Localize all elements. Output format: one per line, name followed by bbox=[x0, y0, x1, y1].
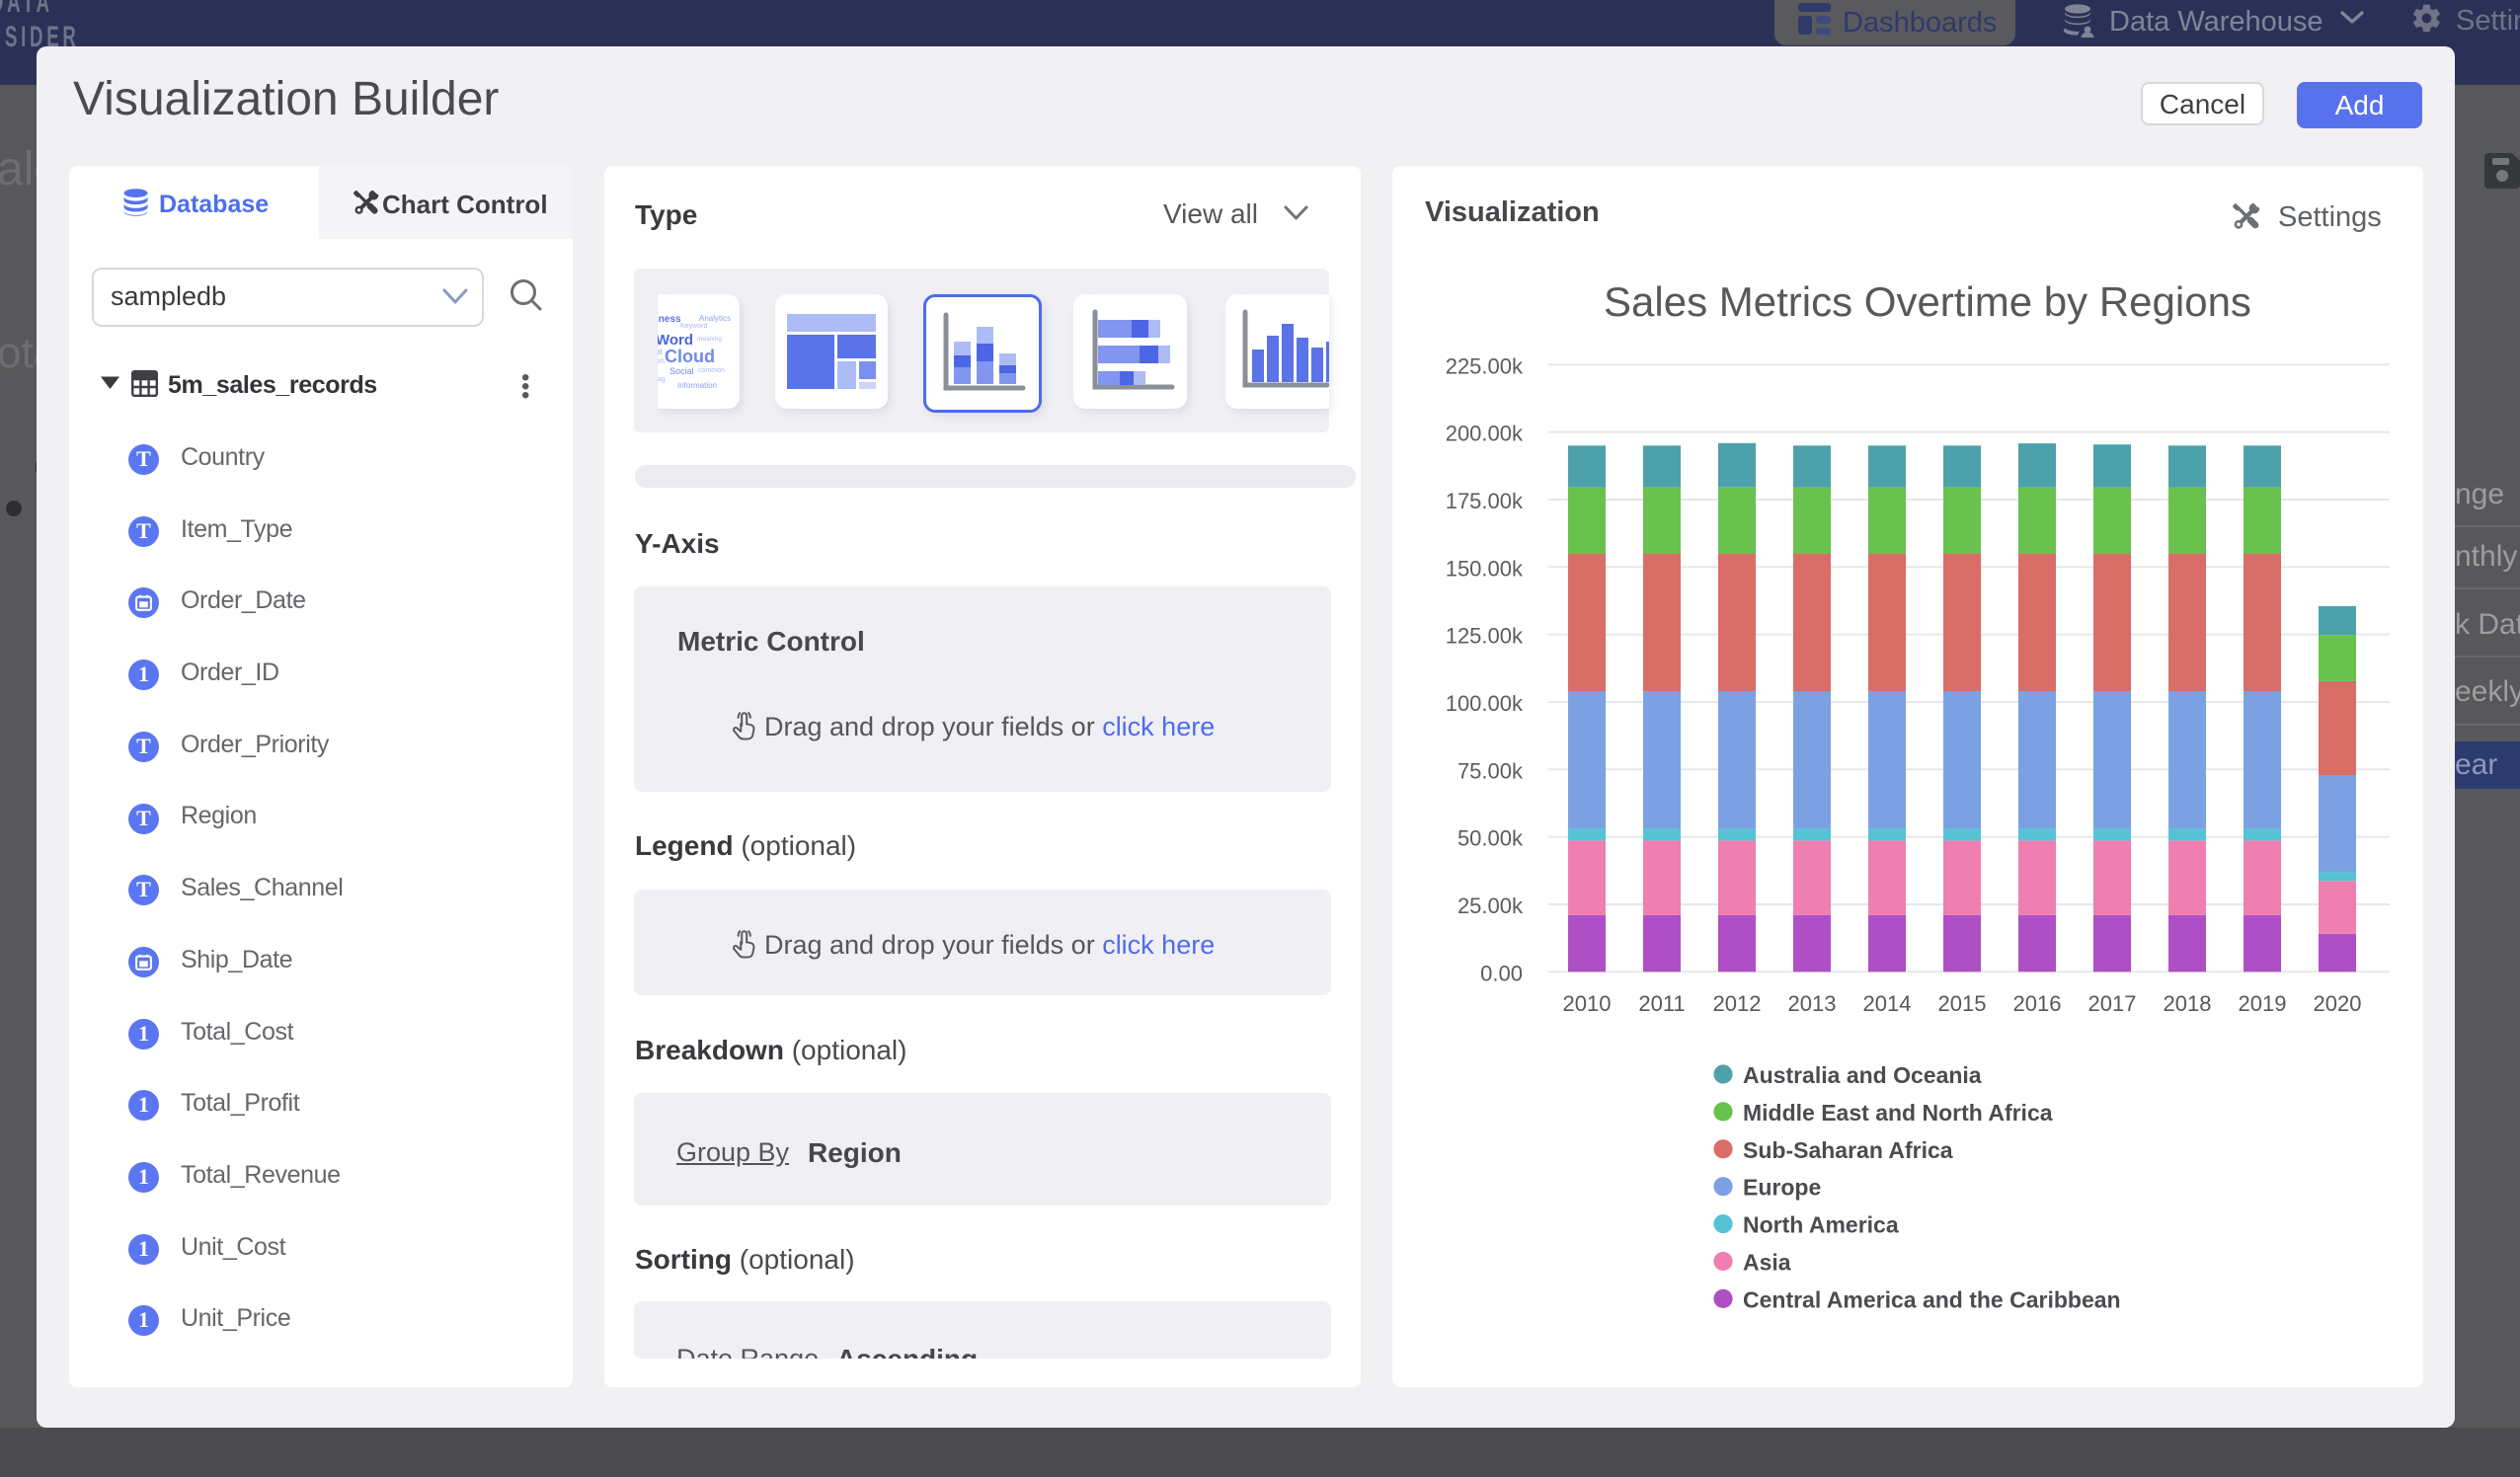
svg-text:2010: 2010 bbox=[1563, 991, 1612, 1016]
svg-text:225.00k: 225.00k bbox=[1446, 353, 1524, 378]
svg-text:0.00: 0.00 bbox=[1480, 961, 1523, 985]
svg-text:2019: 2019 bbox=[2239, 991, 2287, 1016]
svg-text:2020: 2020 bbox=[2314, 991, 2362, 1016]
svg-text:50.00k: 50.00k bbox=[1457, 826, 1524, 851]
svg-text:2018: 2018 bbox=[2164, 991, 2212, 1016]
svg-text:Sales Metrics Overtime by Regi: Sales Metrics Overtime by Regions bbox=[1604, 278, 2251, 325]
svg-text:75.00k: 75.00k bbox=[1457, 758, 1524, 783]
svg-text:Asia: Asia bbox=[1743, 1250, 1791, 1276]
svg-text:Middle East and North Africa: Middle East and North Africa bbox=[1743, 1100, 2053, 1126]
svg-text:2015: 2015 bbox=[1938, 991, 1987, 1016]
svg-text:2012: 2012 bbox=[1713, 991, 1762, 1016]
svg-text:2014: 2014 bbox=[1863, 991, 1912, 1016]
svg-text:2011: 2011 bbox=[1638, 991, 1685, 1016]
svg-text:Central America and the Caribb: Central America and the Caribbean bbox=[1743, 1286, 2121, 1312]
svg-text:Australia and Oceania: Australia and Oceania bbox=[1743, 1062, 1982, 1088]
svg-text:125.00k: 125.00k bbox=[1446, 624, 1524, 649]
svg-text:2016: 2016 bbox=[2013, 991, 2062, 1016]
svg-text:Sub-Saharan Africa: Sub-Saharan Africa bbox=[1743, 1137, 1953, 1163]
svg-text:2017: 2017 bbox=[2088, 991, 2137, 1016]
svg-text:175.00k: 175.00k bbox=[1446, 489, 1524, 513]
svg-text:2013: 2013 bbox=[1788, 991, 1837, 1016]
svg-text:150.00k: 150.00k bbox=[1446, 556, 1524, 581]
svg-text:200.00k: 200.00k bbox=[1446, 422, 1524, 446]
svg-text:25.00k: 25.00k bbox=[1457, 894, 1524, 918]
svg-text:100.00k: 100.00k bbox=[1446, 691, 1524, 716]
svg-text:Europe: Europe bbox=[1743, 1175, 1821, 1201]
svg-text:North America: North America bbox=[1743, 1212, 1899, 1238]
